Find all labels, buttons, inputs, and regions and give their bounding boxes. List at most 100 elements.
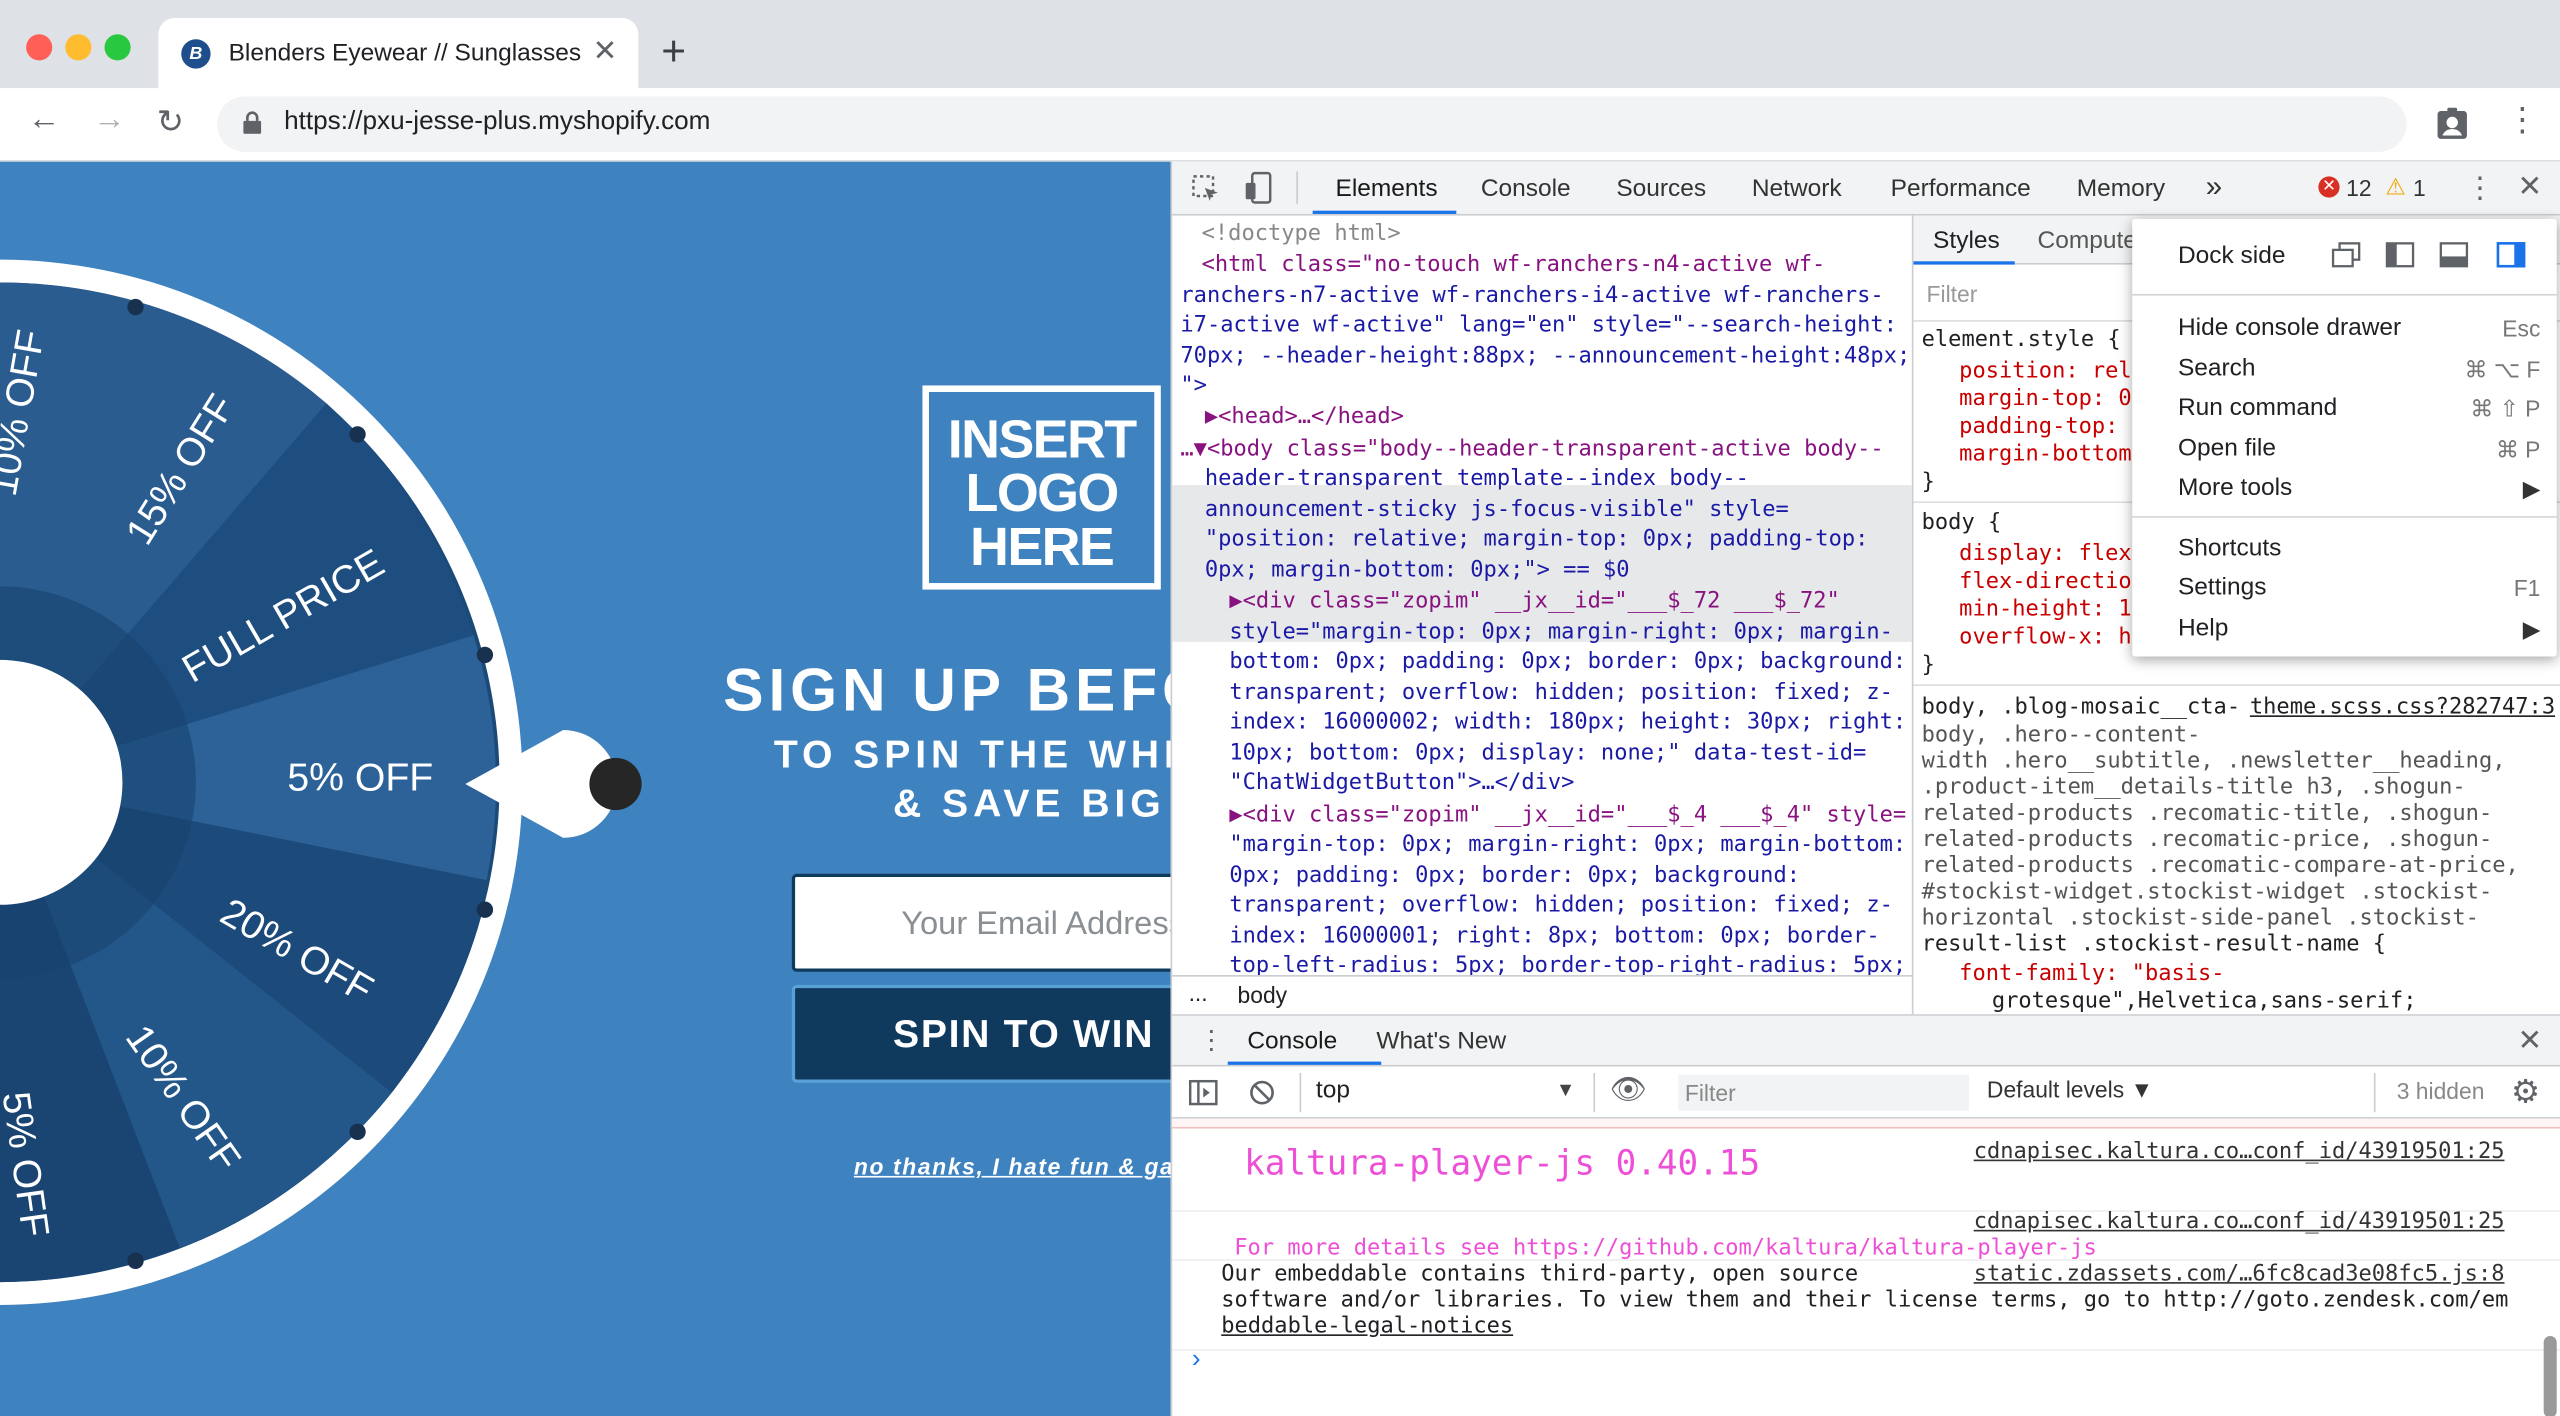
more-tabs-icon[interactable]: » [2206, 170, 2222, 204]
menu-item-run-command[interactable]: Run command [2178, 394, 2337, 422]
style-property[interactable]: flex-directio [1959, 568, 2132, 596]
menu-item-search[interactable]: Search [2178, 354, 2256, 382]
menu-item-hide-console[interactable]: Hide console drawer [2178, 314, 2401, 342]
tab-whats-new[interactable]: What's New [1376, 1027, 1506, 1055]
style-rule[interactable]: body { [1922, 510, 2002, 538]
style-property[interactable]: margin-top: 0 [1959, 385, 2132, 413]
tab-network[interactable]: Network [1752, 175, 1842, 203]
tree-line[interactable]: top-left-radius: 5px; border-top-right-r… [1229, 951, 1906, 975]
tree-line[interactable]: …▼<body class="body--header-transparent-… [1180, 434, 1883, 464]
tree-line[interactable]: ▶<div class="zopim" __jx__id="___$_4 ___… [1229, 800, 1906, 830]
minimize-window-button[interactable] [65, 34, 92, 61]
drawer-menu-icon[interactable]: ⋮ [1198, 1024, 1224, 1057]
dock-right-icon[interactable] [2496, 242, 2526, 268]
profile-icon[interactable] [2434, 106, 2470, 142]
breadcrumb-item[interactable]: body [1238, 982, 1288, 1008]
eye-icon[interactable]: 👁 [1610, 1073, 1647, 1107]
tab-memory[interactable]: Memory [2077, 175, 2165, 203]
console-prompt[interactable]: › [1192, 1346, 1201, 1375]
menu-item-more-tools[interactable]: More tools [2178, 474, 2292, 502]
tree-line[interactable]: "margin-top: 0px; margin-right: 0px; mar… [1229, 830, 1906, 860]
style-rule[interactable]: body, .blog-mosaic__cta- [1922, 694, 2240, 722]
maximize-window-button[interactable] [104, 34, 131, 61]
tab-styles[interactable]: Styles [1933, 227, 2000, 255]
email-field[interactable]: Your Email Address [791, 873, 1171, 972]
tab-close-icon[interactable]: ✕ [593, 34, 618, 68]
tab-console-drawer[interactable]: Console [1247, 1027, 1337, 1055]
forward-arrow-icon[interactable]: → [93, 101, 126, 139]
style-property[interactable]: display: flex [1959, 541, 2132, 569]
new-tab-button[interactable]: + [661, 29, 686, 71]
style-rule[interactable]: element.style { [1922, 327, 2121, 355]
address-bar[interactable]: https://pxu-jesse-plus.myshopify.com [217, 96, 2407, 152]
spin-button[interactable]: SPIN TO WIN [791, 984, 1171, 1083]
inspect-element-icon[interactable] [1192, 175, 1221, 204]
tree-line[interactable]: 10px; bottom: 0px; display: none;" data-… [1229, 738, 1866, 768]
tab-performance[interactable]: Performance [1891, 175, 2031, 203]
tree-line[interactable]: 70px; --header-height:88px; --announceme… [1180, 341, 1910, 371]
style-source-link[interactable]: theme.scss.css?282747:3 [2250, 694, 2555, 722]
tree-line[interactable]: transparent; overflow: hidden; position:… [1229, 678, 1892, 708]
style-property[interactable]: font-family: "basis- [1959, 960, 2224, 988]
clear-console-icon[interactable] [1249, 1080, 1275, 1106]
chevron-down-icon[interactable]: ▼ [1556, 1078, 1575, 1101]
menu-item-settings[interactable]: Settings [2178, 573, 2266, 601]
warning-count[interactable]: 1 [2413, 175, 2426, 201]
tree-line[interactable]: <!doctype html> [1202, 219, 1401, 249]
tree-line[interactable]: announcement-sticky js-focus-visible" st… [1205, 495, 1789, 525]
tree-line[interactable]: style="margin-top: 0px; margin-right: 0p… [1229, 617, 1892, 647]
tree-line[interactable]: ▶<div class="zopim" __jx__id="___$_72 __… [1229, 586, 1839, 616]
menu-item-help[interactable]: Help [2178, 614, 2228, 642]
tree-line[interactable]: <html class="no-touch wf-ranchers-n4-act… [1202, 250, 1826, 280]
tab-sources[interactable]: Sources [1616, 175, 1706, 203]
tab-console[interactable]: Console [1481, 175, 1571, 203]
style-property[interactable]: overflow-x: h [1959, 624, 2132, 652]
back-arrow-icon[interactable]: ← [28, 101, 61, 139]
device-toolbar-icon[interactable] [1244, 171, 1273, 204]
settings-gear-icon[interactable]: ⚙ [2511, 1071, 2540, 1112]
tree-line[interactable]: ranchers-n7-active wf-ranchers-i4-active… [1180, 281, 1883, 311]
style-property[interactable]: padding-top: [1959, 413, 2118, 441]
browser-menu-icon[interactable]: ⋮ [2506, 105, 2539, 138]
scrollbar[interactable] [2543, 1335, 2557, 1416]
tree-line[interactable]: "position: relative; margin-top: 0px; pa… [1205, 524, 1868, 554]
tree-line[interactable]: "> [1180, 371, 1207, 401]
log-levels-dropdown[interactable]: Default levels ▼ [1987, 1076, 2153, 1102]
context-selector[interactable]: top [1316, 1076, 1350, 1104]
console-filter-input[interactable]: Filter [1678, 1074, 1969, 1111]
style-property[interactable]: min-height: 1 [1959, 596, 2132, 624]
error-count[interactable]: 12 [2346, 175, 2371, 201]
reload-icon[interactable]: ↻ [157, 101, 184, 142]
close-devtools-icon[interactable]: ✕ [2518, 170, 2543, 204]
dock-left-icon[interactable] [2385, 242, 2415, 268]
tree-line[interactable]: index: 16000001; right: 8px; bottom: 0px… [1229, 921, 1879, 951]
tree-line[interactable]: "ChatWidgetButton">…</div> [1229, 768, 1574, 798]
styles-filter-input[interactable]: Filter [1927, 281, 1978, 309]
tree-line[interactable]: bottom: 0px; padding: 0px; border: 0px; … [1229, 647, 1906, 677]
menu-item-shortcuts[interactable]: Shortcuts [2178, 534, 2281, 562]
sidebar-toggle-icon[interactable] [1188, 1079, 1218, 1106]
console-source-link[interactable]: cdnapisec.kaltura.co…conf_id/43919501:25 [1974, 1209, 2505, 1235]
no-thanks-link[interactable]: no thanks, I hate fun & games [854, 1153, 1171, 1179]
tree-line[interactable]: 0px; padding: 0px; border: 0px; backgrou… [1229, 861, 1800, 891]
tab-elements[interactable]: Elements [1336, 175, 1438, 203]
elements-tree[interactable]: <!doctype html> <html class="no-touch wf… [1172, 216, 1912, 975]
menu-item-open-file[interactable]: Open file [2178, 434, 2276, 462]
close-drawer-icon[interactable]: ✕ [2518, 1024, 2543, 1058]
tree-line[interactable]: transparent; overflow: hidden; position:… [1229, 890, 1892, 920]
style-property[interactable]: position: rel [1959, 358, 2132, 386]
tree-line[interactable]: 0px; margin-bottom: 0px;"> == $0 [1205, 555, 1630, 585]
dock-bottom-icon[interactable] [2439, 242, 2469, 268]
tree-line[interactable]: header-transparent template--index body-… [1205, 464, 1749, 494]
close-window-button[interactable] [26, 34, 53, 61]
console-source-link[interactable]: static.zdassets.com/…6fc8cad3e08fc5.js:8 [1974, 1261, 2505, 1287]
zendesk-link[interactable]: beddable-legal-notices [1221, 1313, 1513, 1339]
console-source-link[interactable]: cdnapisec.kaltura.co…conf_id/43919501:25 [1974, 1138, 2505, 1164]
browser-tab[interactable]: B Blenders Eyewear // Sunglasses ✕ [158, 17, 639, 89]
tree-line[interactable]: i7-active wf-active" lang="en" style="--… [1180, 310, 1897, 340]
style-property[interactable]: margin-bottom [1959, 441, 2132, 469]
tree-line[interactable]: index: 16000002; width: 180px; height: 3… [1229, 707, 1906, 737]
tree-line[interactable]: ▶<head>…</head> [1205, 402, 1404, 432]
customize-menu-icon[interactable]: ⋮ [2465, 171, 2494, 205]
undock-icon[interactable] [2331, 242, 2361, 268]
